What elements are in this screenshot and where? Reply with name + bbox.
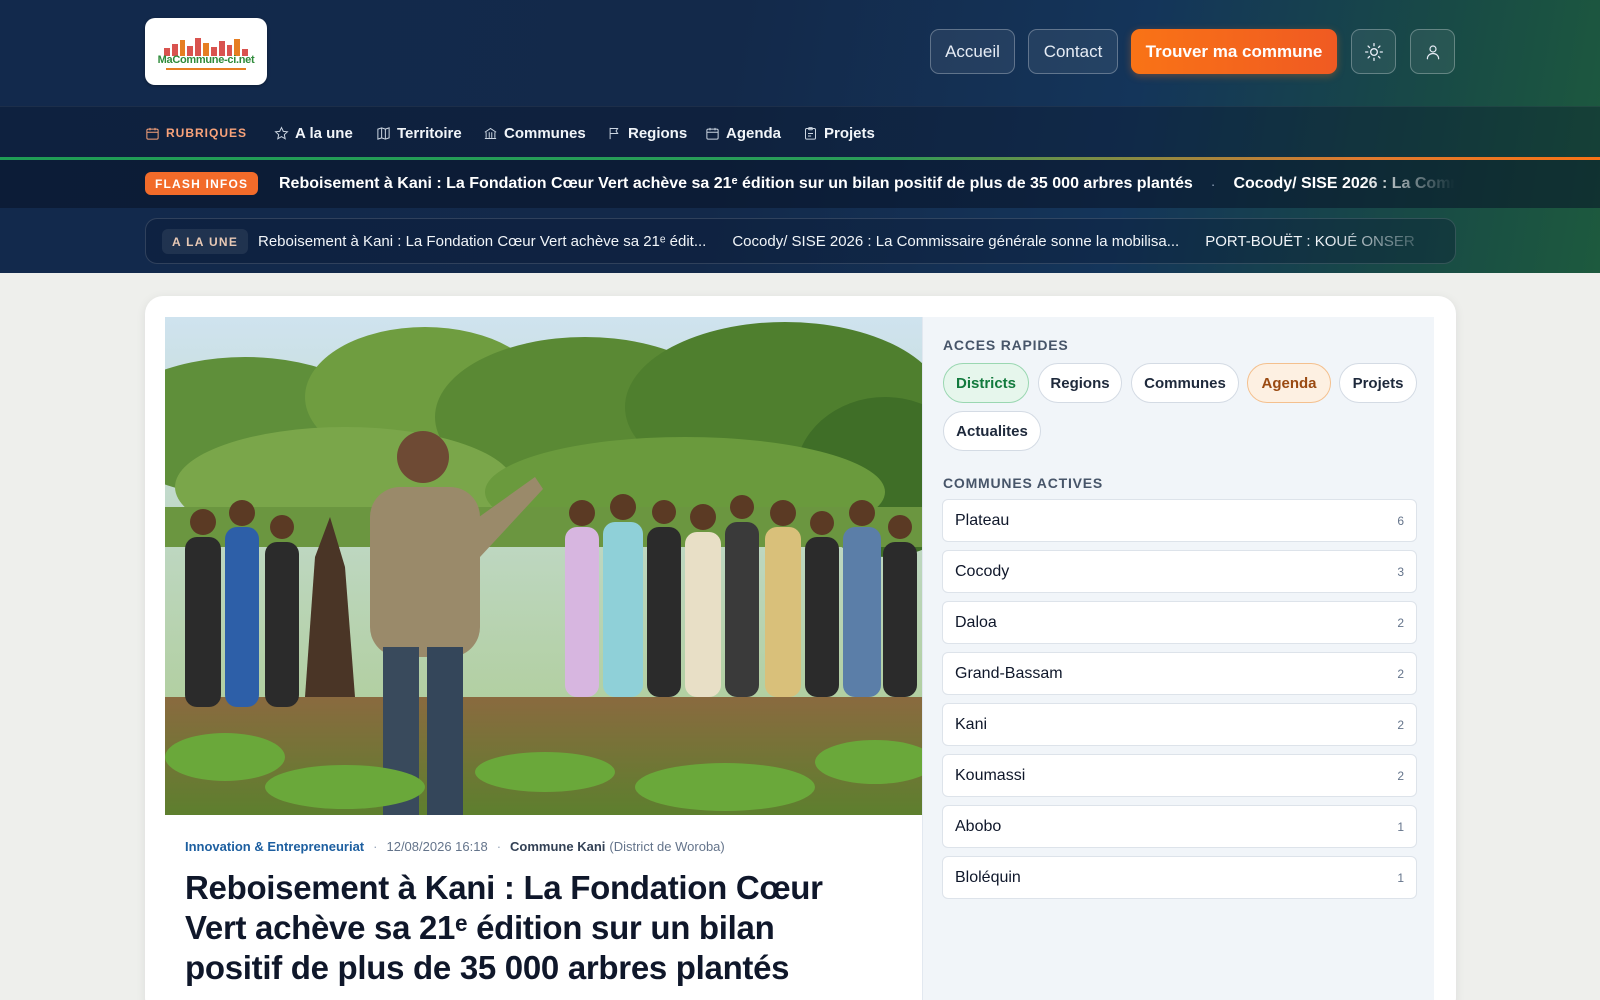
commune-name: Bloléquin bbox=[955, 868, 1021, 886]
commune-name: Plateau bbox=[955, 511, 1010, 529]
a-la-une-strip: A LA UNE Reboisement à Kani : La Fondati… bbox=[145, 218, 1456, 264]
commune-name: Daloa bbox=[955, 613, 997, 631]
chip-communes[interactable]: Communes bbox=[1131, 363, 1239, 403]
clipboard-icon bbox=[805, 126, 816, 140]
menu-item-communes[interactable]: Communes bbox=[483, 107, 586, 159]
menu-item-territoire[interactable]: Territoire bbox=[376, 107, 462, 159]
menu-item-projets[interactable]: Projets bbox=[803, 107, 875, 159]
chip-projets[interactable]: Projets bbox=[1339, 363, 1417, 403]
une-item[interactable]: Reboisement à Kani : La Fondation Cœur V… bbox=[258, 233, 706, 250]
calendar-icon bbox=[706, 127, 719, 140]
menu-item-label: Projets bbox=[824, 124, 875, 142]
contact-button[interactable]: Contact bbox=[1028, 29, 1118, 74]
menu-item-label: A la une bbox=[295, 124, 353, 142]
accueil-button[interactable]: Accueil bbox=[930, 29, 1015, 74]
map-icon bbox=[377, 126, 390, 140]
menu-item-agenda[interactable]: Agenda bbox=[705, 107, 781, 159]
logo-mark: MaCommune-ci.net bbox=[156, 30, 256, 74]
commune-name: Cocody bbox=[955, 562, 1010, 580]
commune-item-cocody[interactable]: Cocody 3 bbox=[942, 550, 1417, 593]
menu-item-label: Regions bbox=[628, 124, 688, 142]
commune-item-daloa[interactable]: Daloa 2 bbox=[942, 601, 1417, 644]
article-title[interactable]: Reboisement à Kani : La Fondation Cœur V… bbox=[185, 868, 875, 988]
commune-name: Koumassi bbox=[955, 766, 1026, 784]
article-photo[interactable] bbox=[165, 317, 922, 815]
reforestation-photo-illustration bbox=[165, 317, 922, 815]
menu-item-label: Territoire bbox=[397, 124, 462, 142]
a-la-une-ticker: Reboisement à Kani : La Fondation Cœur V… bbox=[258, 219, 1443, 263]
article-commune-link[interactable]: Commune Kani bbox=[510, 839, 605, 854]
active-communes-title: COMMUNES ACTIVES bbox=[943, 475, 1104, 491]
logo-underline bbox=[166, 67, 246, 70]
article-datetime: 12/08/2026 16:18 bbox=[386, 839, 488, 854]
chip-agenda[interactable]: Agenda bbox=[1247, 363, 1331, 403]
une-item[interactable]: Cocody/ SISE 2026 : La Commissaire génér… bbox=[732, 233, 1179, 250]
commune-item-blolequin[interactable]: Bloléquin 1 bbox=[942, 856, 1417, 899]
star-icon bbox=[274, 125, 289, 140]
top-bar: MaCommune-ci.net Accueil Contact Trouver… bbox=[0, 0, 1600, 106]
calendar-icon bbox=[146, 127, 159, 140]
meta-separator: · bbox=[496, 839, 502, 854]
commune-count: 6 bbox=[1397, 513, 1404, 528]
article-district: (District de Woroba) bbox=[609, 839, 725, 854]
commune-name: Abobo bbox=[955, 817, 1002, 835]
menu-rubriques[interactable]: RUBRIQUES bbox=[145, 107, 247, 159]
commune-count: 2 bbox=[1397, 717, 1404, 732]
flash-item[interactable]: Cocody/ SISE 2026 : La Commissaire génér… bbox=[1233, 175, 1455, 193]
logo-skyline-icon bbox=[164, 36, 248, 56]
building-icon bbox=[484, 127, 497, 139]
flash-ticker: Reboisement à Kani : La Fondation Cœur V… bbox=[279, 160, 1455, 208]
featured-article-card: Innovation & Entrepreneuriat · 12/08/202… bbox=[145, 296, 1456, 1000]
flash-infos-badge: FLASH INFOS bbox=[145, 172, 259, 195]
ticker-separator: · bbox=[1210, 176, 1216, 192]
commune-item-abobo[interactable]: Abobo 1 bbox=[942, 805, 1417, 848]
commune-item-kani[interactable]: Kani 2 bbox=[942, 703, 1417, 746]
chip-districts[interactable]: Districts bbox=[943, 363, 1029, 403]
menu-item-regions[interactable]: Regions bbox=[607, 107, 687, 159]
user-icon bbox=[1426, 44, 1439, 59]
a-la-une-badge: A LA UNE bbox=[162, 229, 249, 254]
page-header: MaCommune-ci.net Accueil Contact Trouver… bbox=[0, 0, 1600, 273]
menu-item-label: Agenda bbox=[726, 124, 782, 142]
flash-item[interactable]: Reboisement à Kani : La Fondation Cœur V… bbox=[279, 175, 1193, 193]
menu-item-a-la-une[interactable]: A la une bbox=[274, 107, 353, 159]
quick-access-title: ACCES RAPIDES bbox=[943, 337, 1069, 353]
sidebar-panel: ACCES RAPIDES Districts Regions Communes… bbox=[922, 317, 1434, 1000]
category-menu: RUBRIQUES A la une Territoire Communes R… bbox=[0, 106, 1600, 158]
logo-text: MaCommune-ci.net bbox=[157, 53, 255, 66]
flash-infos-bar: FLASH INFOS Reboisement à Kani : La Fond… bbox=[0, 160, 1600, 208]
commune-count: 1 bbox=[1397, 819, 1404, 834]
commune-item-plateau[interactable]: Plateau 6 bbox=[942, 499, 1417, 542]
commune-item-grand-bassam[interactable]: Grand-Bassam 2 bbox=[942, 652, 1417, 695]
commune-count: 3 bbox=[1397, 564, 1404, 579]
commune-name: Grand-Bassam bbox=[955, 664, 1063, 682]
sun-icon bbox=[1364, 42, 1383, 61]
find-commune-button[interactable]: Trouver ma commune bbox=[1131, 29, 1337, 74]
menu-item-label: Communes bbox=[504, 124, 586, 142]
chip-actualites[interactable]: Actualites bbox=[943, 411, 1041, 451]
menu-rubriques-label: RUBRIQUES bbox=[166, 126, 248, 140]
user-account-button[interactable] bbox=[1410, 29, 1455, 74]
commune-name: Kani bbox=[955, 715, 988, 733]
theme-toggle-button[interactable] bbox=[1351, 29, 1396, 74]
site-logo[interactable]: MaCommune-ci.net bbox=[145, 18, 267, 85]
commune-count: 1 bbox=[1397, 870, 1404, 885]
article-meta: Innovation & Entrepreneuriat · 12/08/202… bbox=[185, 839, 725, 854]
commune-count: 2 bbox=[1397, 615, 1404, 630]
meta-separator: · bbox=[373, 839, 378, 854]
chip-regions[interactable]: Regions bbox=[1038, 363, 1122, 403]
commune-count: 2 bbox=[1397, 666, 1404, 681]
article-category-link[interactable]: Innovation & Entrepreneuriat bbox=[185, 839, 364, 854]
une-item[interactable]: PORT-BOUËT : KOUÉ ONSER bbox=[1205, 233, 1415, 250]
commune-count: 2 bbox=[1397, 768, 1404, 783]
flag-icon bbox=[609, 127, 619, 139]
commune-item-koumassi[interactable]: Koumassi 2 bbox=[942, 754, 1417, 797]
